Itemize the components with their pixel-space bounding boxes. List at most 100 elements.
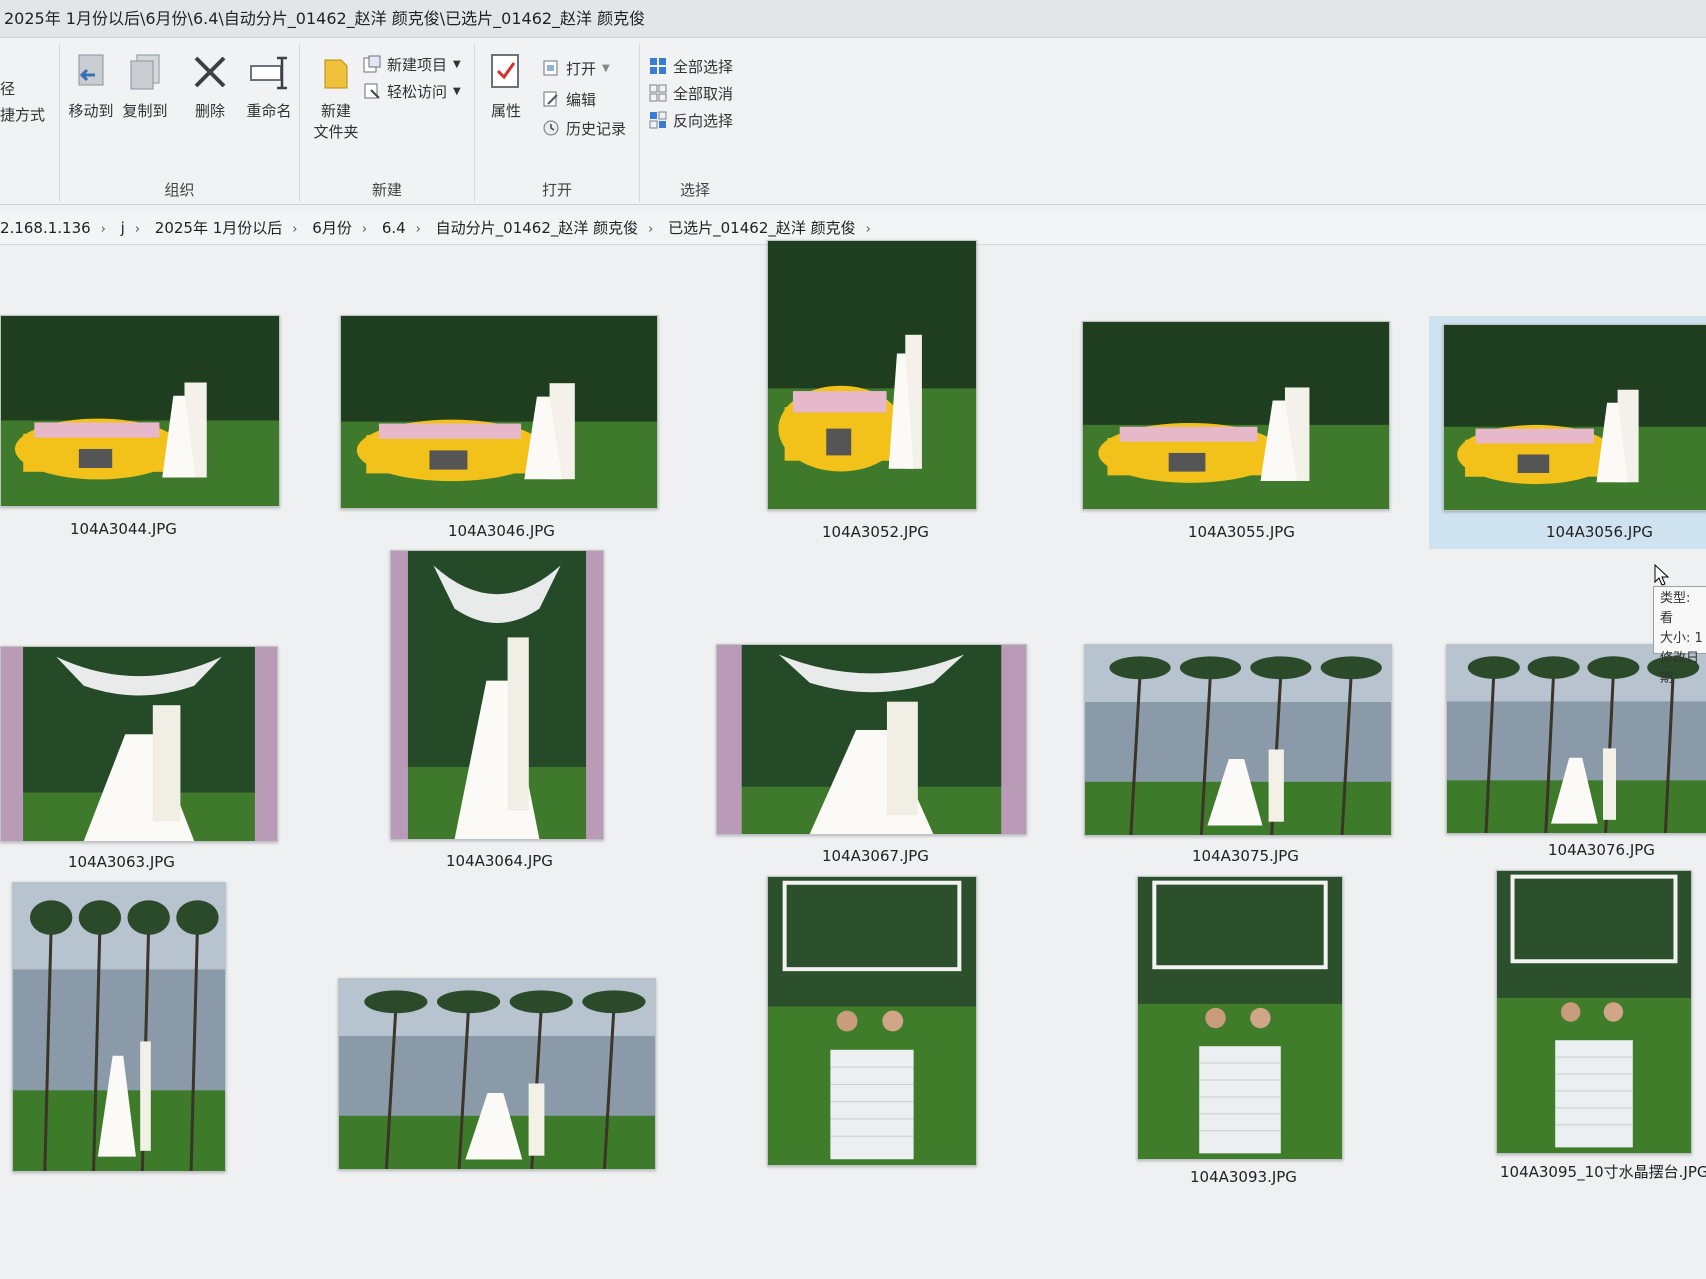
file-preview-image bbox=[1443, 324, 1706, 511]
breadcrumb-item-month[interactable]: 6月份 bbox=[312, 212, 352, 244]
copy-to-icon bbox=[125, 52, 165, 92]
select-all-button[interactable]: 全部选择 bbox=[648, 54, 733, 78]
edit-label: 编辑 bbox=[566, 90, 597, 109]
copy-to-label: 复制到 bbox=[122, 102, 168, 120]
rename-button[interactable]: 重命名 bbox=[240, 52, 298, 121]
history-label: 历史记录 bbox=[566, 119, 627, 138]
properties-check-icon bbox=[486, 52, 526, 92]
new-item-button[interactable]: 新建项目 ▼ bbox=[362, 52, 461, 76]
ribbon-group-new: 新建 文件夹 新建项目 ▼ 轻松访问 ▼ 新建 bbox=[300, 44, 475, 202]
select-group-label: 选择 bbox=[679, 181, 710, 199]
paste-path-label: 径 bbox=[0, 79, 16, 98]
file-tooltip: 类型: 看 大小: 1 修改日期 bbox=[1653, 586, 1706, 686]
new-folder-label-1: 新建 bbox=[320, 102, 351, 120]
breadcrumb-item-year[interactable]: 2025年 1月份以后 bbox=[155, 212, 283, 244]
paste-path-button[interactable]: 径 bbox=[0, 76, 15, 100]
paste-shortcut-button[interactable]: 捷方式 bbox=[0, 102, 45, 126]
organize-group-label: 组织 bbox=[164, 181, 195, 199]
new-item-icon bbox=[362, 54, 382, 74]
easy-access-icon bbox=[362, 81, 382, 101]
breadcrumb-chevron-icon[interactable]: › bbox=[416, 214, 421, 244]
open-label: 打开 bbox=[566, 59, 597, 78]
ribbon-group-clipboard: 径 捷方式 bbox=[0, 44, 60, 202]
file-name-label: 104A3076.JPG bbox=[1548, 841, 1655, 859]
move-to-icon bbox=[71, 52, 111, 92]
new-group-label: 新建 bbox=[371, 181, 402, 199]
breadcrumb-chevron-icon[interactable]: › bbox=[135, 214, 140, 244]
file-name-label: 104A3067.JPG bbox=[822, 847, 929, 865]
invert-selection-label: 反向选择 bbox=[673, 111, 734, 130]
invert-selection-button[interactable]: 反向选择 bbox=[648, 108, 733, 132]
breadcrumb-item-day[interactable]: 6.4 bbox=[382, 212, 406, 244]
history-button[interactable]: 历史记录 bbox=[541, 116, 626, 140]
window-title-path: 2025年 1月份以后\6月份\6.4\自动分片_01462_赵洋 颜克俊\已选… bbox=[4, 9, 646, 28]
file-preview-image bbox=[338, 978, 656, 1170]
ribbon-toolbar: 径 捷方式 移动到 复制到 删除 重命名 组织 新建 文件夹 新建项目 ▼ 轻松… bbox=[0, 38, 1706, 205]
breadcrumb-chevron-icon[interactable]: › bbox=[648, 214, 653, 244]
file-preview-image bbox=[1137, 876, 1343, 1160]
file-name-label: 104A3063.JPG bbox=[68, 853, 175, 871]
breadcrumb-chevron-icon[interactable]: › bbox=[292, 214, 297, 244]
breadcrumb-chevron-icon[interactable]: › bbox=[362, 214, 367, 244]
file-preview-image bbox=[12, 882, 226, 1172]
properties-label: 属性 bbox=[490, 102, 521, 120]
edit-pencil-icon bbox=[541, 89, 561, 109]
properties-button[interactable]: 属性 bbox=[481, 52, 531, 121]
new-folder-label-2: 文件夹 bbox=[313, 123, 359, 141]
delete-label: 删除 bbox=[194, 102, 225, 120]
mouse-cursor-icon bbox=[1654, 563, 1670, 590]
move-to-label: 移动到 bbox=[68, 102, 114, 120]
file-name-label: 104A3055.JPG bbox=[1188, 523, 1295, 541]
ribbon-group-organize: 移动到 复制到 删除 重命名 组织 bbox=[60, 44, 300, 202]
easy-access-dropdown-icon: ▼ bbox=[453, 85, 461, 97]
copy-to-button[interactable]: 复制到 bbox=[120, 52, 170, 121]
file-preview-image bbox=[767, 876, 977, 1166]
invert-selection-icon bbox=[648, 110, 668, 130]
file-preview-image bbox=[0, 646, 278, 842]
delete-x-icon bbox=[190, 52, 230, 92]
window-title-bar: 2025年 1月份以后\6月份\6.4\自动分片_01462_赵洋 颜克俊\已选… bbox=[0, 0, 1706, 38]
easy-access-label: 轻松访问 bbox=[387, 82, 448, 101]
open-icon bbox=[541, 58, 561, 78]
file-name-label: 104A3056.JPG bbox=[1546, 523, 1653, 541]
file-preview-image bbox=[390, 550, 604, 840]
select-all-icon bbox=[648, 56, 668, 76]
rename-icon bbox=[249, 52, 289, 92]
ribbon-group-select: 全部选择 全部取消 反向选择 选择 bbox=[640, 44, 750, 202]
paste-shortcut-label: 捷方式 bbox=[0, 105, 46, 124]
new-folder-button[interactable]: 新建 文件夹 bbox=[306, 52, 366, 142]
breadcrumb-item-share[interactable]: j bbox=[121, 212, 125, 244]
edit-button[interactable]: 编辑 bbox=[541, 87, 596, 111]
select-all-label: 全部选择 bbox=[673, 57, 734, 76]
file-thumbnail[interactable]: 104A3056.JPG bbox=[1429, 316, 1706, 549]
file-name-label: 104A3093.JPG bbox=[1190, 1168, 1297, 1186]
easy-access-button[interactable]: 轻松访问 ▼ bbox=[362, 79, 461, 103]
new-folder-icon bbox=[316, 52, 356, 92]
select-none-label: 全部取消 bbox=[673, 84, 734, 103]
breadcrumb-item-host[interactable]: 2.168.1.136 bbox=[0, 212, 91, 244]
move-to-button[interactable]: 移动到 bbox=[66, 52, 116, 121]
tooltip-type: 类型: 看 bbox=[1660, 591, 1691, 626]
open-button[interactable]: 打开 ▼ bbox=[541, 56, 610, 80]
breadcrumb-chevron-icon[interactable]: › bbox=[101, 214, 106, 244]
file-preview-image bbox=[1082, 321, 1390, 510]
select-none-icon bbox=[648, 83, 668, 103]
file-name-label: 104A3075.JPG bbox=[1192, 847, 1299, 865]
delete-button[interactable]: 删除 bbox=[185, 52, 235, 121]
open-dropdown-icon: ▼ bbox=[602, 62, 610, 74]
ribbon-group-open: 属性 打开 ▼ 编辑 历史记录 打开 bbox=[475, 44, 640, 202]
file-preview-image bbox=[716, 644, 1027, 835]
select-none-button[interactable]: 全部取消 bbox=[648, 81, 733, 105]
file-preview-image bbox=[0, 315, 280, 507]
new-item-label: 新建项目 bbox=[387, 55, 448, 74]
tooltip-size: 大小: 1 bbox=[1660, 631, 1703, 646]
new-item-dropdown-icon: ▼ bbox=[453, 58, 461, 70]
file-preview-image bbox=[340, 315, 658, 509]
file-preview-image bbox=[1496, 870, 1692, 1154]
file-name-label: 104A3044.JPG bbox=[70, 520, 177, 538]
history-clock-icon bbox=[541, 118, 561, 138]
breadcrumb-item-auto[interactable]: 自动分片_01462_赵洋 颜克俊 bbox=[436, 212, 639, 244]
file-name-label: 104A3095_10寸水晶摆台.JPG bbox=[1500, 1163, 1706, 1181]
rename-label: 重命名 bbox=[246, 102, 292, 120]
file-preview-image bbox=[767, 240, 977, 510]
